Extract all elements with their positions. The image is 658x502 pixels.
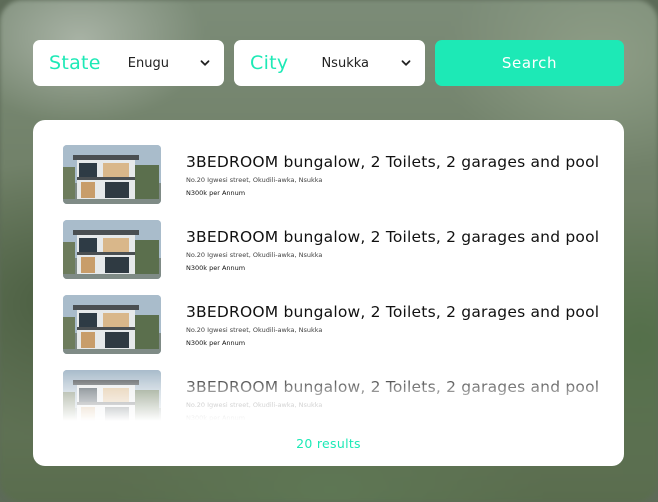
listing-price: N300k per Annum <box>186 339 246 347</box>
listing-photo <box>63 220 161 279</box>
listing-address: No.20 Igwesi street, Okudili-awka, Nsukk… <box>186 176 323 184</box>
chevron-down-icon <box>200 60 210 66</box>
listing-address: No.20 Igwesi street, Okudili-awka, Nsukk… <box>186 326 323 334</box>
city-label: City <box>250 52 289 74</box>
house-image <box>63 145 161 204</box>
listing-address: No.20 Igwesi street, Okudili-awka, Nsukk… <box>186 401 323 409</box>
state-value: Enugu <box>127 55 169 71</box>
state-label: State <box>49 52 101 74</box>
listing-photo <box>63 295 161 354</box>
listing-address: No.20 Igwesi street, Okudili-awka, Nsukk… <box>186 251 323 259</box>
city-select[interactable]: City Nsukka <box>234 40 425 86</box>
chevron-down-icon <box>401 60 411 66</box>
listing-item[interactable]: 3BEDROOM bungalow, 2 Toilets, 2 garages … <box>63 370 603 430</box>
listing-photo <box>63 370 161 429</box>
listing-title: 3BEDROOM bungalow, 2 Toilets, 2 garages … <box>186 378 600 396</box>
listing-title: 3BEDROOM bungalow, 2 Toilets, 2 garages … <box>186 153 600 171</box>
listing-item[interactable]: 3BEDROOM bungalow, 2 Toilets, 2 garages … <box>63 145 603 205</box>
listing-item[interactable]: 3BEDROOM bungalow, 2 Toilets, 2 garages … <box>63 295 603 355</box>
listing-price: N300k per Annum <box>186 264 246 272</box>
search-button[interactable]: Search <box>435 40 624 86</box>
city-value: Nsukka <box>321 55 369 71</box>
state-select[interactable]: State Enugu <box>33 40 224 86</box>
results-panel: 3BEDROOM bungalow, 2 Toilets, 2 garages … <box>33 120 624 466</box>
house-image <box>63 370 161 429</box>
listing-title: 3BEDROOM bungalow, 2 Toilets, 2 garages … <box>186 303 600 321</box>
listing-price: N300k per Annum <box>186 189 246 197</box>
house-image <box>63 220 161 279</box>
listing-title: 3BEDROOM bungalow, 2 Toilets, 2 garages … <box>186 228 600 246</box>
listing-photo <box>63 145 161 204</box>
results-count: 20 results <box>296 436 361 451</box>
listing-price: N300k per Annum <box>186 414 246 422</box>
house-image <box>63 295 161 354</box>
listing-item[interactable]: 3BEDROOM bungalow, 2 Toilets, 2 garages … <box>63 220 603 280</box>
